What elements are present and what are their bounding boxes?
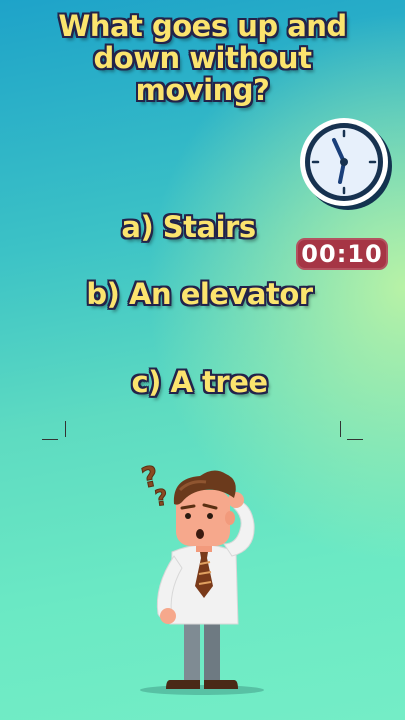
question-text: What goes up and down without moving? bbox=[0, 10, 405, 106]
svg-text:?: ? bbox=[153, 485, 169, 512]
question-line-2: down without bbox=[93, 41, 312, 75]
option-c[interactable]: c) A tree bbox=[0, 365, 402, 399]
countdown-timer: 00:10 bbox=[296, 238, 388, 270]
frame-mark-right-v bbox=[340, 421, 341, 437]
confused-man-illustration: ? ? bbox=[138, 460, 264, 695]
question-line-1: What goes up and bbox=[58, 9, 347, 43]
clock-icon bbox=[300, 118, 392, 210]
option-b[interactable]: b) An elevator bbox=[0, 277, 402, 311]
frame-mark-left-v bbox=[65, 421, 66, 437]
question-line-3: moving? bbox=[135, 73, 270, 107]
question-marks-icon: ? ? bbox=[138, 460, 170, 512]
frame-mark-left-h bbox=[42, 439, 58, 440]
frame-mark-right-h bbox=[347, 439, 363, 440]
